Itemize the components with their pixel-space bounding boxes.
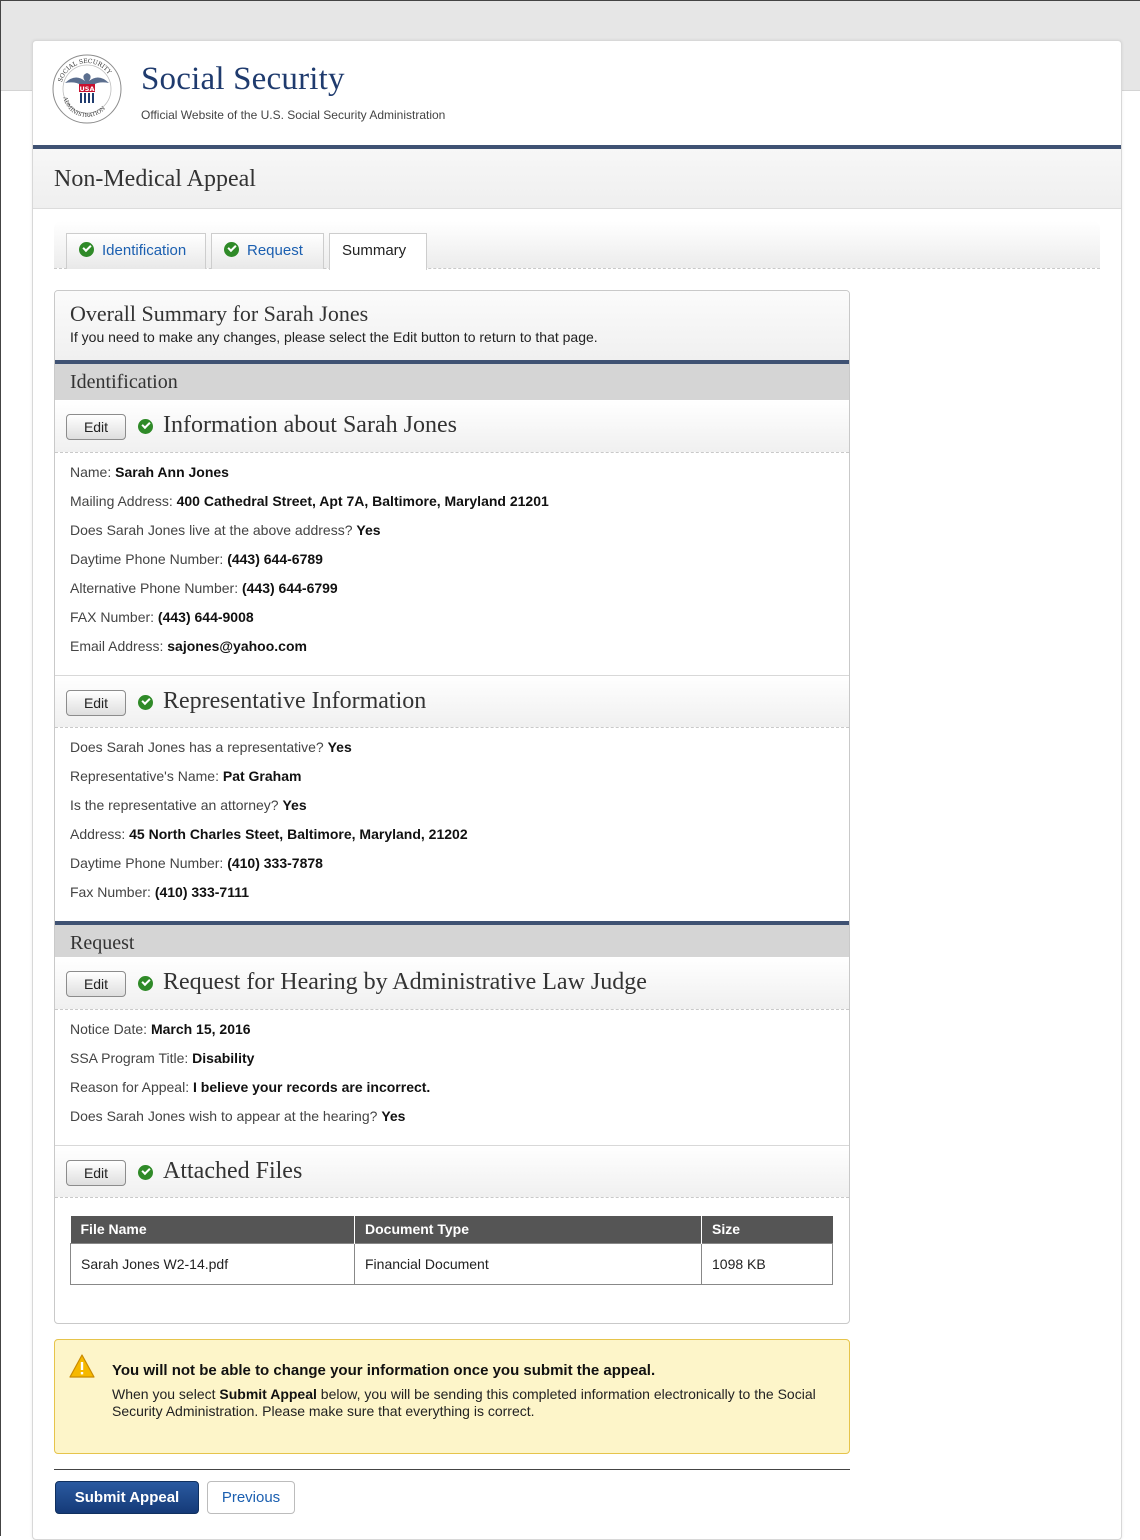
column-header-file-name: File Name xyxy=(70,1216,355,1243)
column-header-size: Size xyxy=(701,1216,833,1243)
subsection-title-files: Attached Files xyxy=(163,1158,303,1184)
site-title[interactable]: Social Security xyxy=(141,61,345,98)
check-circle-icon xyxy=(138,1165,153,1180)
summary-header: Overall Summary for Sarah Jones If you n… xyxy=(55,291,849,364)
field-rep-daytime-phone: Daytime Phone Number: (410) 333-7878 xyxy=(70,855,323,871)
site-subtitle: Official Website of the U.S. Social Secu… xyxy=(141,108,446,122)
summary-subtitle: If you need to make any changes, please … xyxy=(70,329,598,345)
field-rep-address: Address: 45 North Charles Steet, Baltimo… xyxy=(70,826,468,842)
subsection-header-files: Edit Attached Files xyxy=(55,1145,849,1198)
edit-button-rep[interactable]: Edit xyxy=(66,690,126,716)
subsection-title-rep: Representative Information xyxy=(163,688,427,714)
submit-appeal-button[interactable]: Submit Appeal xyxy=(55,1481,199,1514)
table-header-row: File Name Document Type Size xyxy=(70,1216,833,1243)
field-alternative-phone: Alternative Phone Number: (443) 644-6799 xyxy=(70,580,338,596)
tab-request[interactable]: Request xyxy=(211,233,324,269)
edit-button-info[interactable]: Edit xyxy=(66,414,126,440)
field-mailing-address: Mailing Address: 400 Cathedral Street, A… xyxy=(70,493,549,509)
attached-files-table: File Name Document Type Size Sarah Jones… xyxy=(70,1216,833,1285)
tab-summary-label: Summary xyxy=(342,242,407,259)
subsection-title-hearing: Request for Hearing by Administrative La… xyxy=(163,969,647,995)
info-fields: Name: Sarah Ann Jones Mailing Address: 4… xyxy=(55,453,849,675)
site-header: USA SOCIAL SECURITY ADMINISTRATION Socia… xyxy=(33,41,1121,145)
page-title: Non-Medical Appeal xyxy=(54,166,256,192)
cell-file-name: Sarah Jones W2-14.pdf xyxy=(70,1242,355,1285)
check-circle-icon xyxy=(138,695,153,710)
tab-summary[interactable]: Summary xyxy=(329,233,427,270)
seal-badge-text: USA xyxy=(80,85,95,93)
field-name: Name: Sarah Ann Jones xyxy=(70,464,229,480)
field-reason-for-appeal: Reason for Appeal: I believe your record… xyxy=(70,1079,431,1095)
subsection-header-info: Edit Information about Sarah Jones xyxy=(55,400,849,453)
field-program-title: SSA Program Title: Disability xyxy=(70,1050,255,1066)
page-title-bar: Non-Medical Appeal xyxy=(33,149,1121,209)
field-daytime-phone: Daytime Phone Number: (443) 644-6789 xyxy=(70,551,323,567)
table-row: Sarah Jones W2-14.pdf Financial Document… xyxy=(70,1242,833,1285)
field-rep-fax: Fax Number: (410) 333-7111 xyxy=(70,884,250,900)
tab-identification-label[interactable]: Identification xyxy=(102,242,186,259)
field-fax: FAX Number: (443) 644-9008 xyxy=(70,609,254,625)
actions-divider xyxy=(54,1469,850,1470)
warning-icon xyxy=(69,1354,95,1378)
column-header-document-type: Document Type xyxy=(354,1216,702,1243)
previous-button[interactable]: Previous xyxy=(207,1481,295,1514)
warning-body: When you select Submit Appeal below, you… xyxy=(112,1386,816,1419)
field-is-attorney: Is the representative an attorney? Yes xyxy=(70,797,307,813)
subsection-header-rep: Edit Representative Information xyxy=(55,675,849,728)
check-circle-icon xyxy=(138,419,153,434)
page-card: USA SOCIAL SECURITY ADMINISTRATION Socia… xyxy=(32,40,1122,1540)
field-email: Email Address: sajones@yahoo.com xyxy=(70,638,307,654)
check-circle-icon xyxy=(224,242,239,257)
field-lives-at-address: Does Sarah Jones live at the above addre… xyxy=(70,522,381,538)
edit-button-files[interactable]: Edit xyxy=(66,1160,126,1186)
warning-title: You will not be able to change your info… xyxy=(112,1362,656,1379)
rep-fields: Does Sarah Jones has a representative? Y… xyxy=(55,728,849,921)
tab-request-label[interactable]: Request xyxy=(247,242,303,259)
field-notice-date: Notice Date: March 15, 2016 xyxy=(70,1021,251,1037)
subsection-title-info: Information about Sarah Jones xyxy=(163,412,457,438)
cell-size: 1098 KB xyxy=(701,1242,833,1285)
section-identification: Identification xyxy=(55,364,849,400)
cell-document-type: Financial Document xyxy=(354,1242,702,1285)
summary-panel: Overall Summary for Sarah Jones If you n… xyxy=(54,290,850,1324)
field-representative-name: Representative's Name: Pat Graham xyxy=(70,768,302,784)
submit-warning: You will not be able to change your info… xyxy=(54,1339,850,1454)
files-table-wrap: File Name Document Type Size Sarah Jones… xyxy=(55,1198,849,1312)
hearing-fields: Notice Date: March 15, 2016 SSA Program … xyxy=(55,1010,849,1145)
summary-title: Overall Summary for Sarah Jones xyxy=(70,301,369,326)
field-wish-to-appear: Does Sarah Jones wish to appear at the h… xyxy=(70,1108,406,1124)
check-circle-icon xyxy=(79,242,94,257)
tab-identification[interactable]: Identification xyxy=(66,233,206,269)
field-has-representative: Does Sarah Jones has a representative? Y… xyxy=(70,739,352,755)
section-request: Request xyxy=(55,921,849,957)
ssa-seal-logo[interactable]: USA SOCIAL SECURITY ADMINISTRATION xyxy=(51,53,123,125)
check-circle-icon xyxy=(138,976,153,991)
edit-button-hearing[interactable]: Edit xyxy=(66,971,126,997)
subsection-header-hearing: Edit Request for Hearing by Administrati… xyxy=(55,957,849,1010)
step-tabs: Identification Request Summary xyxy=(54,221,1100,270)
